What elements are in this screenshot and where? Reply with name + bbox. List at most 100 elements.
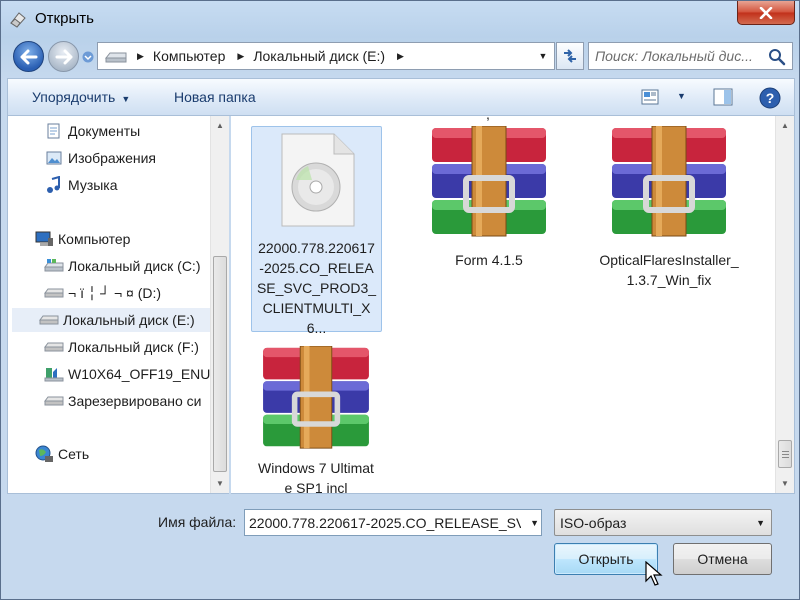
network-icon [34,445,54,463]
sidebar-item-label: W10X64_OFF19_ENU_ [68,366,219,382]
scroll-up-icon[interactable]: ▲ [211,116,229,134]
svg-text:?: ? [766,90,775,106]
preview-pane-icon[interactable] [713,88,733,106]
drive-icon [39,311,59,329]
scroll-up-icon[interactable]: ▲ [776,116,794,134]
view-options-dropdown-icon[interactable]: ▼ [677,91,686,101]
cancel-button[interactable]: Отмена [673,543,772,575]
close-icon [759,6,773,19]
breadcrumb-computer[interactable]: Компьютер [153,48,225,64]
thumb-grip [782,457,789,458]
address-bar[interactable]: ▶ Компьютер ▶ Локальный диск (E:) ▶ ▼ [97,42,555,70]
drive-icon [44,338,64,356]
sidebar-item-music[interactable]: Музыка [44,173,118,197]
winrar-archive-icon [263,346,369,449]
sidebar-item-drive-c[interactable]: Локальный диск (C:) [44,254,201,278]
back-button[interactable] [13,41,44,72]
breadcrumb-separator-icon[interactable]: ▶ [137,51,144,62]
sidebar-item-label: Изображения [68,150,156,166]
organize-menu[interactable]: Упорядочить ▼ [32,89,130,105]
documents-icon [44,122,64,140]
chevron-down-icon[interactable]: ▼ [530,518,539,528]
thumb-grip [782,451,789,452]
command-toolbar: Упорядочить ▼ Новая папка ▼ ? [7,78,795,116]
system-drive-icon [44,257,64,275]
organize-label: Упорядочить [32,89,116,105]
sidebar-item-label: Сеть [58,446,90,462]
chevron-down-icon: ▼ [756,518,765,528]
scroll-down-icon[interactable]: ▼ [211,474,229,492]
eraser-app-icon [10,12,26,28]
close-button[interactable] [737,1,795,25]
sidebar-item-label: Компьютер [58,231,131,247]
forward-arrow-icon [55,49,72,64]
search-input[interactable] [595,47,760,65]
navigation-scrollbar[interactable]: ▲ ▼ [210,116,229,493]
file-item-opticalflares[interactable]: OpticalFlaresInstaller_1.3.7_Win_fix [595,126,743,290]
sidebar-item-reserved[interactable]: Зарезервировано си [44,389,201,413]
breadcrumb-separator-icon[interactable]: ▶ [397,51,404,62]
title-bar: Открыть [1,1,800,37]
search-icon[interactable] [768,48,786,66]
file-name: OpticalFlaresInstaller_1.3.7_Win_fix [599,252,739,288]
sidebar-item-label: Локальный диск (E:) [63,312,195,328]
back-arrow-icon [20,49,37,64]
filename-input[interactable]: 22000.778.220617-2025.CO_RELEASE_SVC [249,515,521,531]
drive-icon [44,392,64,410]
scroll-down-icon[interactable]: ▼ [776,474,794,492]
refresh-icon [564,49,576,63]
forward-button[interactable] [48,41,79,72]
sidebar-item-drive-d[interactable]: ¬ ї ╎ ┘ ¬ ¤ (D:) [44,281,161,305]
open-button[interactable]: Открыть [554,543,658,575]
filename-label: Имя файла: [158,514,237,530]
sidebar-item-label: Зарезервировано си [68,393,202,409]
history-dropdown-icon[interactable] [82,51,94,63]
drive-icon [44,284,64,302]
sidebar-item-drive-e[interactable]: Локальный диск (E:) [12,308,214,332]
sidebar-item-computer[interactable]: Компьютер [34,227,130,251]
file-name: Windows 7 Ultimate SP1 incl [258,460,374,494]
sidebar-item-drive-f[interactable]: Локальный диск (F:) [44,335,199,359]
computer-drive-icon [104,52,127,63]
scrollbar-thumb[interactable] [778,440,792,468]
sidebar-item-label: Локальный диск (C:) [68,258,201,274]
music-icon [44,176,64,194]
new-folder-button[interactable]: Новая папка [174,89,256,105]
change-view-icon[interactable] [641,89,659,105]
winrar-archive-icon [432,126,546,237]
thumb-grip [782,454,789,455]
dvd-drive-icon [44,365,64,383]
pictures-icon [44,149,64,167]
sidebar-item-dvd-drive[interactable]: W10X64_OFF19_ENU_ [44,362,218,386]
filetype-select[interactable]: ISO-образ ▼ [554,509,772,536]
sidebar-item-label: ¬ ї ╎ ┘ ¬ ¤ (D:) [68,284,162,301]
filename-combobox[interactable]: 22000.778.220617-2025.CO_RELEASE_SVC ▼ [244,509,542,536]
file-item-windows7[interactable]: Windows 7 Ultimate SP1 incl [251,346,381,494]
navigation-pane: Документы Изображения Музыка Компьютер Л… [7,116,229,494]
scrollbar-thumb[interactable] [213,256,227,472]
sidebar-item-label: Локальный диск (F:) [68,339,199,355]
sidebar-item-network[interactable]: Сеть [34,442,89,466]
navigation-bar: ▶ Компьютер ▶ Локальный диск (E:) ▶ ▼ [1,37,800,77]
sidebar-item-documents[interactable]: Документы [44,119,140,143]
file-item-form[interactable]: Form 4.1.5 [424,126,554,270]
chevron-down-icon: ▼ [121,94,131,104]
clipped-item-label: , [486,116,490,122]
file-list-pane: , 22000.778.220617-2025.CO_RELEASE_SVC_P… [231,116,795,494]
file-list-scrollbar[interactable]: ▲ ▼ [775,116,794,493]
search-box[interactable] [588,42,793,70]
winrar-archive-icon [612,126,726,237]
disc-image-icon [281,133,354,227]
filetype-value: ISO-образ [560,515,627,531]
sidebar-item-pictures[interactable]: Изображения [44,146,156,170]
file-item-iso[interactable]: 22000.778.220617-2025.CO_RELEASE_SVC_PRO… [251,126,382,336]
computer-icon [34,230,54,248]
refresh-button[interactable] [556,42,584,70]
mouse-pointer-icon [645,561,663,586]
breadcrumb-separator-icon[interactable]: ▶ [237,51,244,62]
address-dropdown-icon[interactable]: ▼ [532,43,554,69]
breadcrumb-drive-e[interactable]: Локальный диск (E:) [253,48,385,64]
sidebar-item-label: Музыка [68,177,118,193]
help-icon[interactable]: ? [759,87,781,109]
sidebar-item-label: Документы [68,123,141,139]
